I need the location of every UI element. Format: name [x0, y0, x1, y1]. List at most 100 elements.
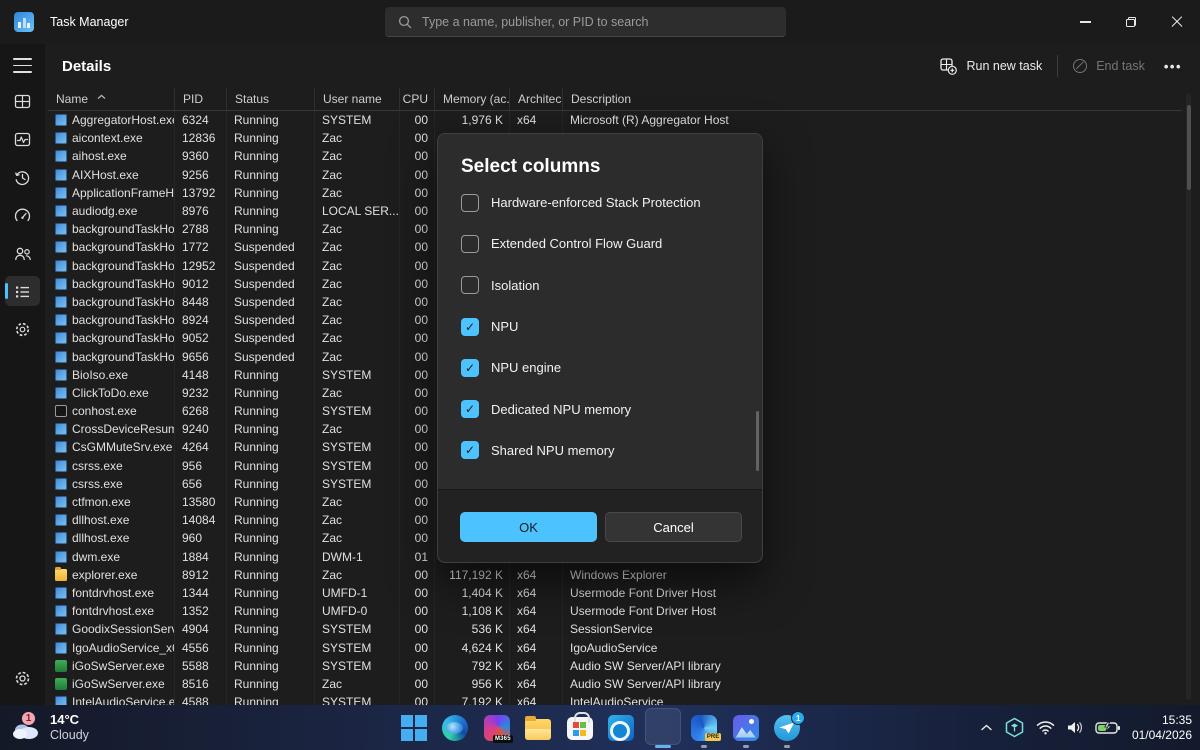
minimize-button[interactable] [1062, 0, 1108, 44]
app-history-icon [13, 168, 32, 187]
process-name-cell: fontdrvhost.exe [48, 584, 175, 602]
column-header-name[interactable]: Name [48, 88, 175, 110]
column-header-status[interactable]: Status [227, 88, 315, 110]
system-tray: 15:35 01/04/2026 [980, 705, 1192, 750]
process-name: CrossDeviceResume.e... [72, 422, 175, 436]
status-cell: Running [227, 402, 315, 420]
volume-icon[interactable] [1066, 720, 1084, 735]
processes-icon [13, 92, 32, 111]
weather-widget[interactable]: 1 14°C Cloudy [10, 705, 89, 750]
table-row[interactable]: AggregatorHost.exe6324RunningSYSTEM001,9… [48, 111, 1182, 129]
checkbox-checked-icon[interactable] [461, 318, 479, 336]
app-process-icon [55, 169, 67, 181]
app-process-icon [55, 478, 67, 490]
mem-cell: 1,404 K [435, 584, 510, 602]
maximize-button[interactable] [1108, 0, 1154, 44]
table-row[interactable]: fontdrvhost.exe1352RunningUMFD-0001,108 … [48, 602, 1182, 620]
process-name-cell: backgroundTaskHost... [48, 293, 175, 311]
sidebar-item-users[interactable] [0, 234, 45, 272]
column-option[interactable]: Dedicated NPU memory [461, 388, 750, 429]
column-option[interactable]: Hardware-enforced Stack Protection [461, 182, 750, 223]
table-row[interactable]: fontdrvhost.exe1344RunningUMFD-1001,404 … [48, 584, 1182, 602]
sort-ascending-icon [97, 89, 106, 103]
ok-button[interactable]: OK [460, 512, 597, 542]
taskbar-icon-outlook[interactable] [601, 705, 643, 750]
column-header-user-name[interactable]: User name [315, 88, 400, 110]
sidebar-item-settings[interactable] [0, 659, 45, 697]
app-process-icon [55, 241, 67, 253]
run-new-task-button[interactable]: Run new task [940, 58, 1042, 75]
status-cell: Running [227, 384, 315, 402]
start-icon [401, 715, 427, 741]
hexagon-app-icon[interactable] [1004, 717, 1025, 738]
column-option[interactable]: Extended Control Flow Guard [461, 223, 750, 264]
battery-charging-icon[interactable] [1095, 721, 1121, 735]
more-options-button[interactable]: ••• [1160, 59, 1186, 74]
table-row[interactable]: explorer.exe8912RunningZac00117,192 Kx64… [48, 566, 1182, 584]
navigation-menu-button[interactable] [13, 58, 32, 73]
process-name-cell: CsGMMuteSrv.exe [48, 438, 175, 456]
taskbar-icon-photos[interactable] [725, 705, 767, 750]
sidebar-item-processes[interactable] [0, 82, 45, 120]
taskbar-icon-edge[interactable] [435, 705, 477, 750]
cpu-cell: 00 [400, 457, 435, 475]
table-row[interactable]: iGoSwServer.exe5588RunningSYSTEM00792 Kx… [48, 657, 1182, 675]
column-header-memory-ac[interactable]: Memory (ac... [435, 88, 510, 110]
cpu-cell: 00 [400, 366, 435, 384]
sidebar-item-startup-apps[interactable] [0, 196, 45, 234]
user-cell: Zac [315, 147, 400, 165]
sidebar-item-performance[interactable] [0, 120, 45, 158]
sidebar-item-services[interactable] [0, 310, 45, 348]
process-name: backgroundTaskHost... [72, 295, 175, 309]
table-row[interactable]: IntelAudioService.exe4588RunningSYSTEM00… [48, 693, 1182, 705]
explorer-icon [525, 719, 551, 740]
table-row[interactable]: GoodixSessionServic...4904RunningSYSTEM0… [48, 620, 1182, 638]
column-option[interactable]: Shared NPU memory [461, 430, 750, 471]
checkbox-checked-icon[interactable] [461, 359, 479, 377]
close-button[interactable] [1154, 0, 1200, 44]
tray-date: 01/04/2026 [1132, 728, 1192, 743]
cancel-button[interactable]: Cancel [605, 512, 742, 542]
sidebar-item-details[interactable] [0, 272, 45, 310]
checkbox-unchecked-icon[interactable] [461, 194, 479, 212]
tray-chevron-icon[interactable] [980, 723, 993, 732]
table-scrollbar[interactable] [1186, 93, 1191, 700]
taskbar-icon-explorer[interactable] [518, 705, 560, 750]
user-cell: Zac [315, 166, 400, 184]
taskbar-icon-start[interactable] [393, 705, 435, 750]
column-header-pid[interactable]: PID [175, 88, 227, 110]
checkbox-checked-icon[interactable] [461, 441, 479, 459]
mem-cell: 7,192 K [435, 693, 510, 705]
checkbox-unchecked-icon[interactable] [461, 276, 479, 294]
column-option[interactable]: NPU engine [461, 347, 750, 388]
clock[interactable]: 15:35 01/04/2026 [1132, 713, 1192, 742]
taskbar-icon-copilot[interactable]: PRE [684, 705, 726, 750]
table-row[interactable]: iGoSwServer.exe8516RunningZac00956 Kx64A… [48, 675, 1182, 693]
table-scrollbar-thumb[interactable] [1187, 105, 1191, 190]
column-option[interactable]: NPU [461, 306, 750, 347]
table-row[interactable]: IgoAudioService_x64...4556RunningSYSTEM0… [48, 638, 1182, 656]
dialog-scrollbar-thumb[interactable] [756, 411, 760, 471]
taskbar-icon-task-manager[interactable] [642, 705, 684, 750]
process-name: dllhost.exe [72, 513, 129, 527]
arch-cell: x64 [510, 566, 563, 584]
running-indicator [701, 745, 707, 748]
user-cell: SYSTEM [315, 638, 400, 656]
column-header-architec[interactable]: Architec... [510, 88, 563, 110]
process-name-cell: audiodg.exe [48, 202, 175, 220]
sidebar-item-app-history[interactable] [0, 158, 45, 196]
process-name: audiodg.exe [72, 204, 137, 218]
taskbar-icon-store[interactable] [559, 705, 601, 750]
column-option[interactable]: Isolation [461, 265, 750, 306]
taskbar-icon-telegram[interactable]: 1 [767, 705, 809, 750]
column-option-label: Hardware-enforced Stack Protection [491, 195, 701, 210]
end-task-button[interactable]: End task [1073, 59, 1145, 73]
column-header-description[interactable]: Description [563, 88, 1182, 110]
pid-cell: 9012 [175, 275, 227, 293]
taskbar-icon-m365[interactable]: M365 [476, 705, 518, 750]
wifi-icon[interactable] [1036, 720, 1055, 735]
checkbox-unchecked-icon[interactable] [461, 235, 479, 253]
checkbox-checked-icon[interactable] [461, 400, 479, 418]
search-input[interactable]: Type a name, publisher, or PID to search [385, 7, 786, 37]
column-header-cpu[interactable]: CPU [400, 88, 435, 110]
